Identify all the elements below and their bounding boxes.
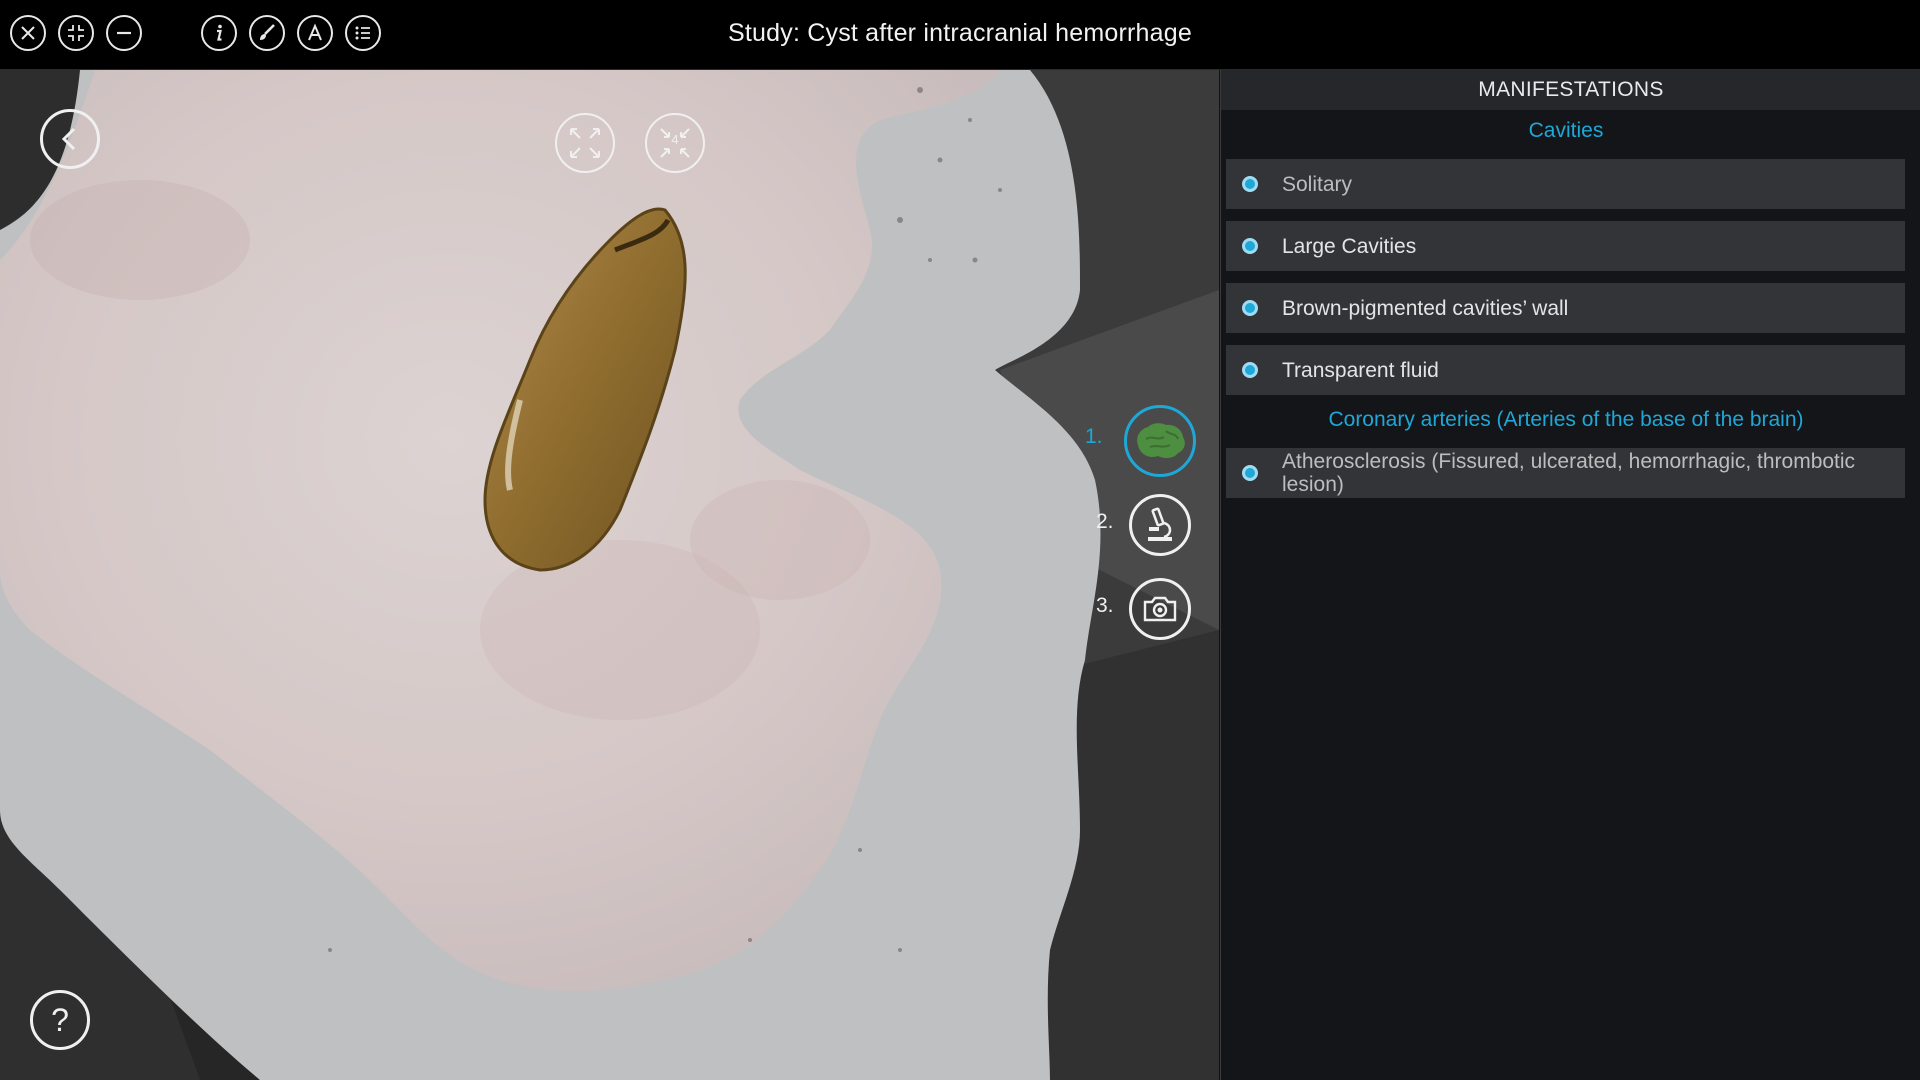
shrink-badge: 4 [671,132,679,147]
back-button[interactable] [40,109,100,169]
section-title-coronary-arteries: Coronary arteries (Arteries of the base … [1328,408,1804,431]
shrink-button[interactable]: 4 [645,113,705,173]
step-1-label: 1. [1085,425,1103,448]
top-bar: Study: Cyst after intracranial hemorrhag… [0,0,1920,70]
radio-dot-icon [1242,362,1258,378]
help-icon: ? [51,1001,69,1038]
manifestation-item[interactable]: Atherosclerosis (Fissured, ulcerated, he… [1226,448,1905,498]
panel-header: MANIFESTATIONS [1221,70,1920,110]
step-1-specimen-button[interactable] [1124,405,1196,477]
step-3-camera-button[interactable] [1129,578,1191,640]
manifestation-item[interactable]: Transparent fluid [1226,345,1905,395]
specimen-viewer[interactable]: 4 1. 2. 3. ? [0,70,1219,1080]
step-2-microscope-button[interactable] [1129,494,1191,556]
help-button[interactable]: ? [30,990,90,1050]
radio-dot-icon [1242,465,1258,481]
step-3-label: 3. [1096,594,1114,617]
expand-button[interactable] [555,113,615,173]
radio-dot-icon [1242,300,1258,316]
radio-dot-icon [1242,176,1258,192]
manifestation-item[interactable]: Large Cavities [1226,221,1905,271]
step-2-label: 2. [1096,510,1114,533]
page-title: Study: Cyst after intracranial hemorrhag… [728,19,1192,47]
manifestation-item[interactable]: Solitary [1226,159,1905,209]
radio-dot-icon [1242,238,1258,254]
manifestation-item[interactable]: Brown-pigmented cavities’ wall [1226,283,1905,333]
section-title-cavities: Cavities [1528,119,1604,142]
manifestations-panel: MANIFESTATIONS Cavities Solitary Large C… [1220,70,1920,1080]
chevron-left-icon [61,127,76,151]
camera-icon [1143,596,1177,622]
brain-specimen-image[interactable] [0,70,1219,1080]
brain-specimen-icon [1137,423,1185,458]
expand-icon [570,128,600,158]
microscope-icon [1148,507,1172,541]
